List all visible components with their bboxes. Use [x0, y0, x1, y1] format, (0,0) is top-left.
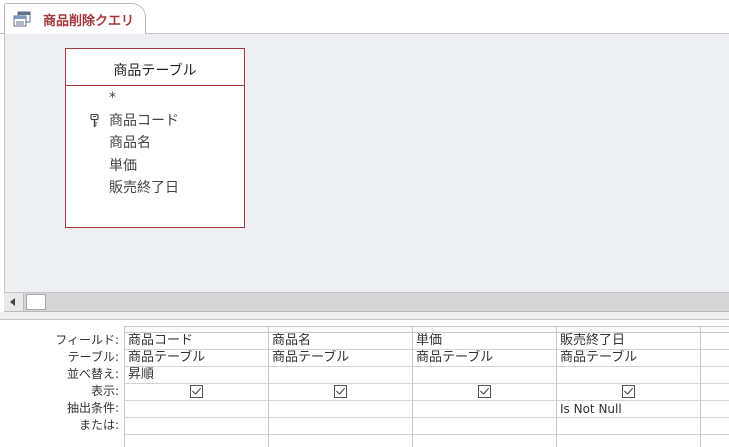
criteria-cell[interactable] [413, 401, 556, 418]
field-cell[interactable]: 単価 [413, 333, 556, 350]
show-checkbox[interactable] [334, 385, 347, 398]
grid-column-empty [701, 327, 729, 447]
field-cell[interactable]: 商品コード [125, 333, 268, 350]
show-cell [125, 384, 268, 401]
field-item-product-name[interactable]: 商品名 [66, 132, 244, 155]
scroll-thumb[interactable] [26, 294, 46, 310]
row-label-criteria: 抽出条件: [66, 401, 119, 415]
query-design-pane[interactable]: 商品テーブル * 商品コード 商品名 単価 販売終了日 [4, 34, 729, 292]
document-tab-strip: 商品削除クエリ [0, 0, 729, 35]
criteria-cell[interactable] [701, 401, 729, 418]
or-cell[interactable] [701, 418, 729, 435]
query-icon [13, 11, 31, 27]
or-cell[interactable] [269, 418, 412, 435]
table-cell[interactable]: 商品テーブル [413, 350, 556, 367]
scroll-left-arrow-icon[interactable] [4, 293, 24, 311]
sort-cell[interactable] [557, 367, 700, 384]
criteria-cell[interactable] [269, 401, 412, 418]
sort-cell[interactable] [701, 367, 729, 384]
show-cell [269, 384, 412, 401]
show-checkbox[interactable] [190, 385, 203, 398]
show-checkbox[interactable] [622, 385, 635, 398]
design-pane-horizontal-scrollbar[interactable] [4, 292, 729, 312]
query-design-grid-area: フィールド: テーブル: 並べ替え: 表示: 抽出条件: または: 商品コード … [0, 320, 729, 447]
table-title[interactable]: 商品テーブル [66, 60, 244, 80]
show-cell [413, 384, 556, 401]
table-cell[interactable]: 商品テーブル [125, 350, 268, 367]
table-title-divider [66, 85, 244, 86]
or-cell[interactable] [413, 418, 556, 435]
field-item-all[interactable]: * [66, 87, 244, 110]
grid-column: 単価 商品テーブル [413, 327, 557, 447]
row-label-sort: 並べ替え: [66, 367, 119, 381]
sort-cell[interactable]: 昇順 [125, 367, 268, 384]
row-label-show: 表示: [90, 384, 119, 398]
row-label-or: または: [78, 418, 119, 432]
field-cell[interactable]: 商品名 [269, 333, 412, 350]
field-item-unit-price[interactable]: 単価 [66, 155, 244, 178]
primary-key-icon [90, 113, 99, 127]
field-list: * 商品コード 商品名 単価 販売終了日 [66, 87, 244, 200]
design-grid: 商品コード 商品テーブル 昇順 商品名 商品テーブル 単価 商品テーブル 販売終… [124, 326, 729, 447]
field-cell[interactable]: 販売終了日 [557, 333, 700, 350]
query-tab[interactable]: 商品削除クエリ [4, 3, 146, 35]
field-item-product-code[interactable]: 商品コード [66, 110, 244, 133]
table-cell[interactable] [701, 350, 729, 367]
field-cell[interactable] [701, 333, 729, 350]
or-cell[interactable] [557, 418, 700, 435]
grid-row-labels: フィールド: テーブル: 並べ替え: 表示: 抽出条件: または: [0, 332, 121, 434]
table-cell[interactable]: 商品テーブル [269, 350, 412, 367]
tab-title: 商品削除クエリ [43, 14, 135, 29]
show-checkbox[interactable] [478, 385, 491, 398]
grid-column: 商品コード 商品テーブル 昇順 [125, 327, 269, 447]
sort-cell[interactable] [413, 367, 556, 384]
or-cell[interactable] [125, 418, 268, 435]
show-cell[interactable] [701, 384, 729, 401]
grid-column: 販売終了日 商品テーブル Is Not Null [557, 327, 701, 447]
pane-splitter[interactable] [0, 312, 729, 320]
sort-cell[interactable] [269, 367, 412, 384]
table-field-list[interactable]: 商品テーブル * 商品コード 商品名 単価 販売終了日 [65, 48, 245, 228]
criteria-cell[interactable]: Is Not Null [557, 401, 700, 418]
row-label-table: テーブル: [67, 350, 119, 364]
grid-column: 商品名 商品テーブル [269, 327, 413, 447]
field-item-end-date[interactable]: 販売終了日 [66, 177, 244, 200]
criteria-cell[interactable] [125, 401, 268, 418]
table-cell[interactable]: 商品テーブル [557, 350, 700, 367]
show-cell [557, 384, 700, 401]
row-label-field: フィールド: [55, 333, 119, 347]
